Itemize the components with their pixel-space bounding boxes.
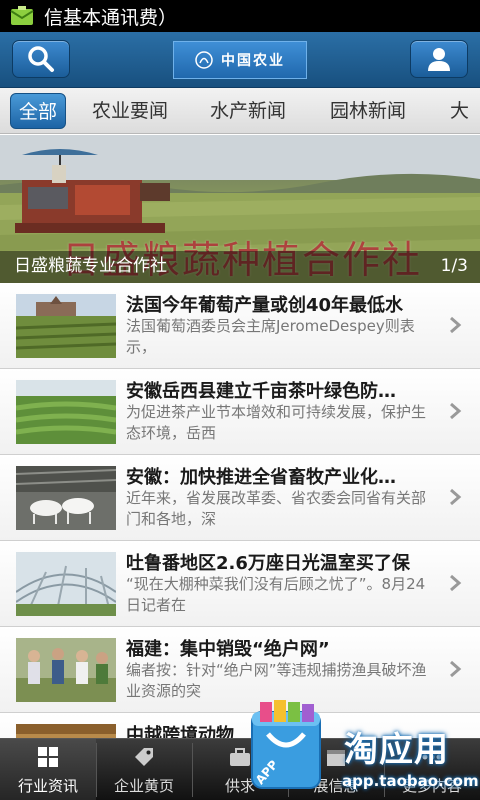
news-title: 安徽：加快推进全省畜牧产业化… <box>126 467 396 488</box>
user-icon <box>428 48 450 71</box>
chevron-right-icon <box>450 402 462 420</box>
watermark-url: app.taobao.com <box>342 772 479 790</box>
shopping-bag-logo-icon: APP <box>251 700 321 789</box>
tag-icon <box>135 748 153 766</box>
tab-more-partial[interactable]: 大 <box>450 93 469 129</box>
news-summary: 法国葡萄酒委员会主席JeromeDespey则表示， <box>126 317 415 356</box>
news-thumbnail <box>16 466 116 530</box>
news-item[interactable]: 安徽：加快推进全省畜牧产业化… 近年来，省发展改革委、省农委会同省有关部门和各地… <box>0 455 480 541</box>
search-icon <box>28 46 54 72</box>
tabbar-yellow-pages[interactable]: 企业黄页 <box>96 739 192 800</box>
user-button[interactable] <box>410 40 468 78</box>
news-summary: 近年来，省发展改革委、省农委会同省有关部门和各地，深 <box>126 489 427 528</box>
news-thumbnail <box>16 380 116 444</box>
watermark-title: 淘应用 <box>344 730 449 770</box>
news-summary: 为促进茶产业节本增效和可持续发展，保护生态环境，岳西 <box>126 403 427 442</box>
news-item[interactable]: 安徽岳西县建立千亩茶叶绿色防… 为促进茶产业节本增效和可持续发展，保护生态环境，… <box>0 369 480 455</box>
banner-caption: 日盛粮蔬专业合作社 <box>14 256 167 276</box>
news-summary: “现在大棚种菜我们没有后顾之忧了”。8月24日记者在 <box>126 575 426 614</box>
news-title: 法国今年葡萄产量或创40年最低水 <box>126 295 404 316</box>
search-button[interactable] <box>12 40 70 78</box>
news-item[interactable]: 法国今年葡萄产量或创40年最低水 法国葡萄酒委员会主席JeromeDespey则… <box>0 283 480 369</box>
news-summary: 编者按：针对“绝户网”等违规捕捞渔具破坏渔业资源的突 <box>126 661 427 700</box>
tab-garden-news[interactable]: 园林新闻 <box>330 93 406 129</box>
tab-agri-news[interactable]: 农业要闻 <box>92 93 168 129</box>
taobao-app-watermark: APP 淘应用 app.taobao.com <box>240 700 480 800</box>
notification-mail-icon <box>10 6 34 25</box>
chevron-right-icon <box>450 488 462 506</box>
banner-pager: 1/3 <box>440 256 468 276</box>
chevron-right-icon <box>450 316 462 334</box>
grid-icon <box>38 747 58 767</box>
featured-banner[interactable]: 日盛粮蔬种植合作社 日盛粮蔬专业合作社 1/3 <box>0 135 480 283</box>
category-tabs: 全部 农业要闻 水产新闻 园林新闻 大 <box>0 88 480 134</box>
tabbar-label: 企业黄页 <box>113 777 174 795</box>
logo-emblem-icon <box>195 51 213 69</box>
logo-text: 中国农业 <box>221 53 285 69</box>
tabbar-industry-news[interactable]: 行业资讯 <box>0 739 96 800</box>
news-title: 吐鲁番地区2.6万座日光温室买了保 <box>126 553 410 574</box>
app-logo: 中国农业 <box>173 41 307 79</box>
chevron-right-icon <box>450 574 462 592</box>
app-header: 中国农业 <box>0 32 480 88</box>
chevron-right-icon <box>450 660 462 678</box>
status-notification-text: 信基本通讯费） <box>44 6 178 29</box>
tab-aquatic-news[interactable]: 水产新闻 <box>210 93 286 129</box>
tab-all[interactable]: 全部 <box>10 93 67 129</box>
news-thumbnail <box>16 552 116 616</box>
news-item[interactable]: 吐鲁番地区2.6万座日光温室买了保 “现在大棚种菜我们没有后顾之忧了”。8月24… <box>0 541 480 627</box>
status-bar: 信基本通讯费） <box>0 0 480 32</box>
tabbar-label: 行业资讯 <box>17 777 78 795</box>
news-title: 福建：集中销毁“绝户网” <box>126 639 330 660</box>
news-title: 安徽岳西县建立千亩茶叶绿色防… <box>126 381 396 402</box>
news-thumbnail <box>16 294 116 358</box>
news-thumbnail <box>16 638 116 702</box>
